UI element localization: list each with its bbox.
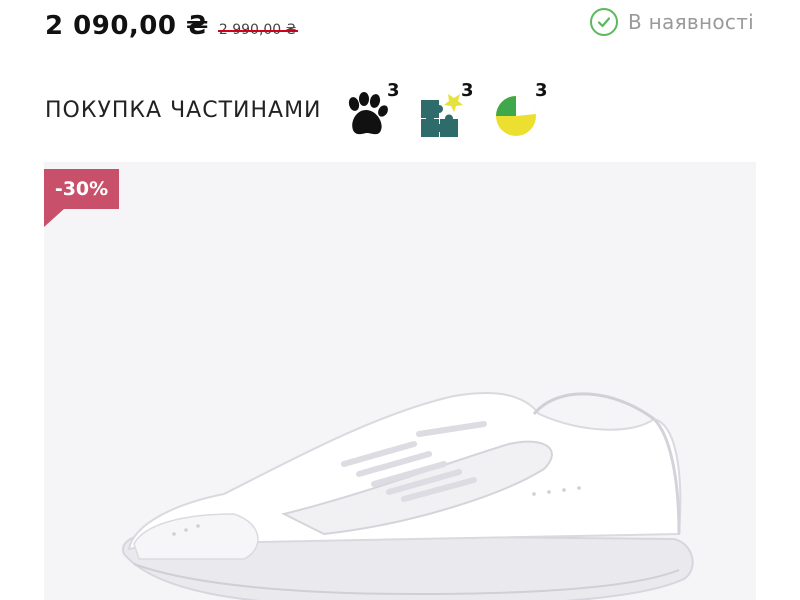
stock-status: В наявності [589, 8, 754, 36]
discount-badge-tail [44, 209, 64, 227]
discount-badge: -30% [44, 169, 119, 209]
check-circle-icon [589, 8, 618, 36]
puzzle-icon [420, 94, 463, 137]
installments-label: ПОКУПКА ЧАСТИНАМИ [45, 97, 322, 123]
installment-paw-option[interactable]: 3 [344, 80, 400, 136]
installment-pie-count: 3 [534, 80, 548, 101]
stock-status-text: В наявності [627, 10, 754, 34]
price-row: 2 090,00 ₴ 2 990,00 ₴ [45, 6, 298, 46]
old-price: 2 990,00 ₴ [217, 22, 298, 38]
installments-section: ПОКУПКА ЧАСТИНАМИ 3 3 3 [45, 80, 548, 138]
installment-puzzle-option[interactable]: 3 [418, 80, 474, 137]
paw-icon [348, 92, 388, 135]
installment-paw-count: 3 [386, 80, 400, 101]
product-image-gallery[interactable]: -30% [44, 162, 756, 600]
white-sneaker-image [122, 392, 694, 600]
installment-puzzle-count: 3 [460, 80, 474, 101]
installment-pie-option[interactable]: 3 [492, 80, 548, 136]
current-price: 2 090,00 ₴ [45, 11, 209, 41]
